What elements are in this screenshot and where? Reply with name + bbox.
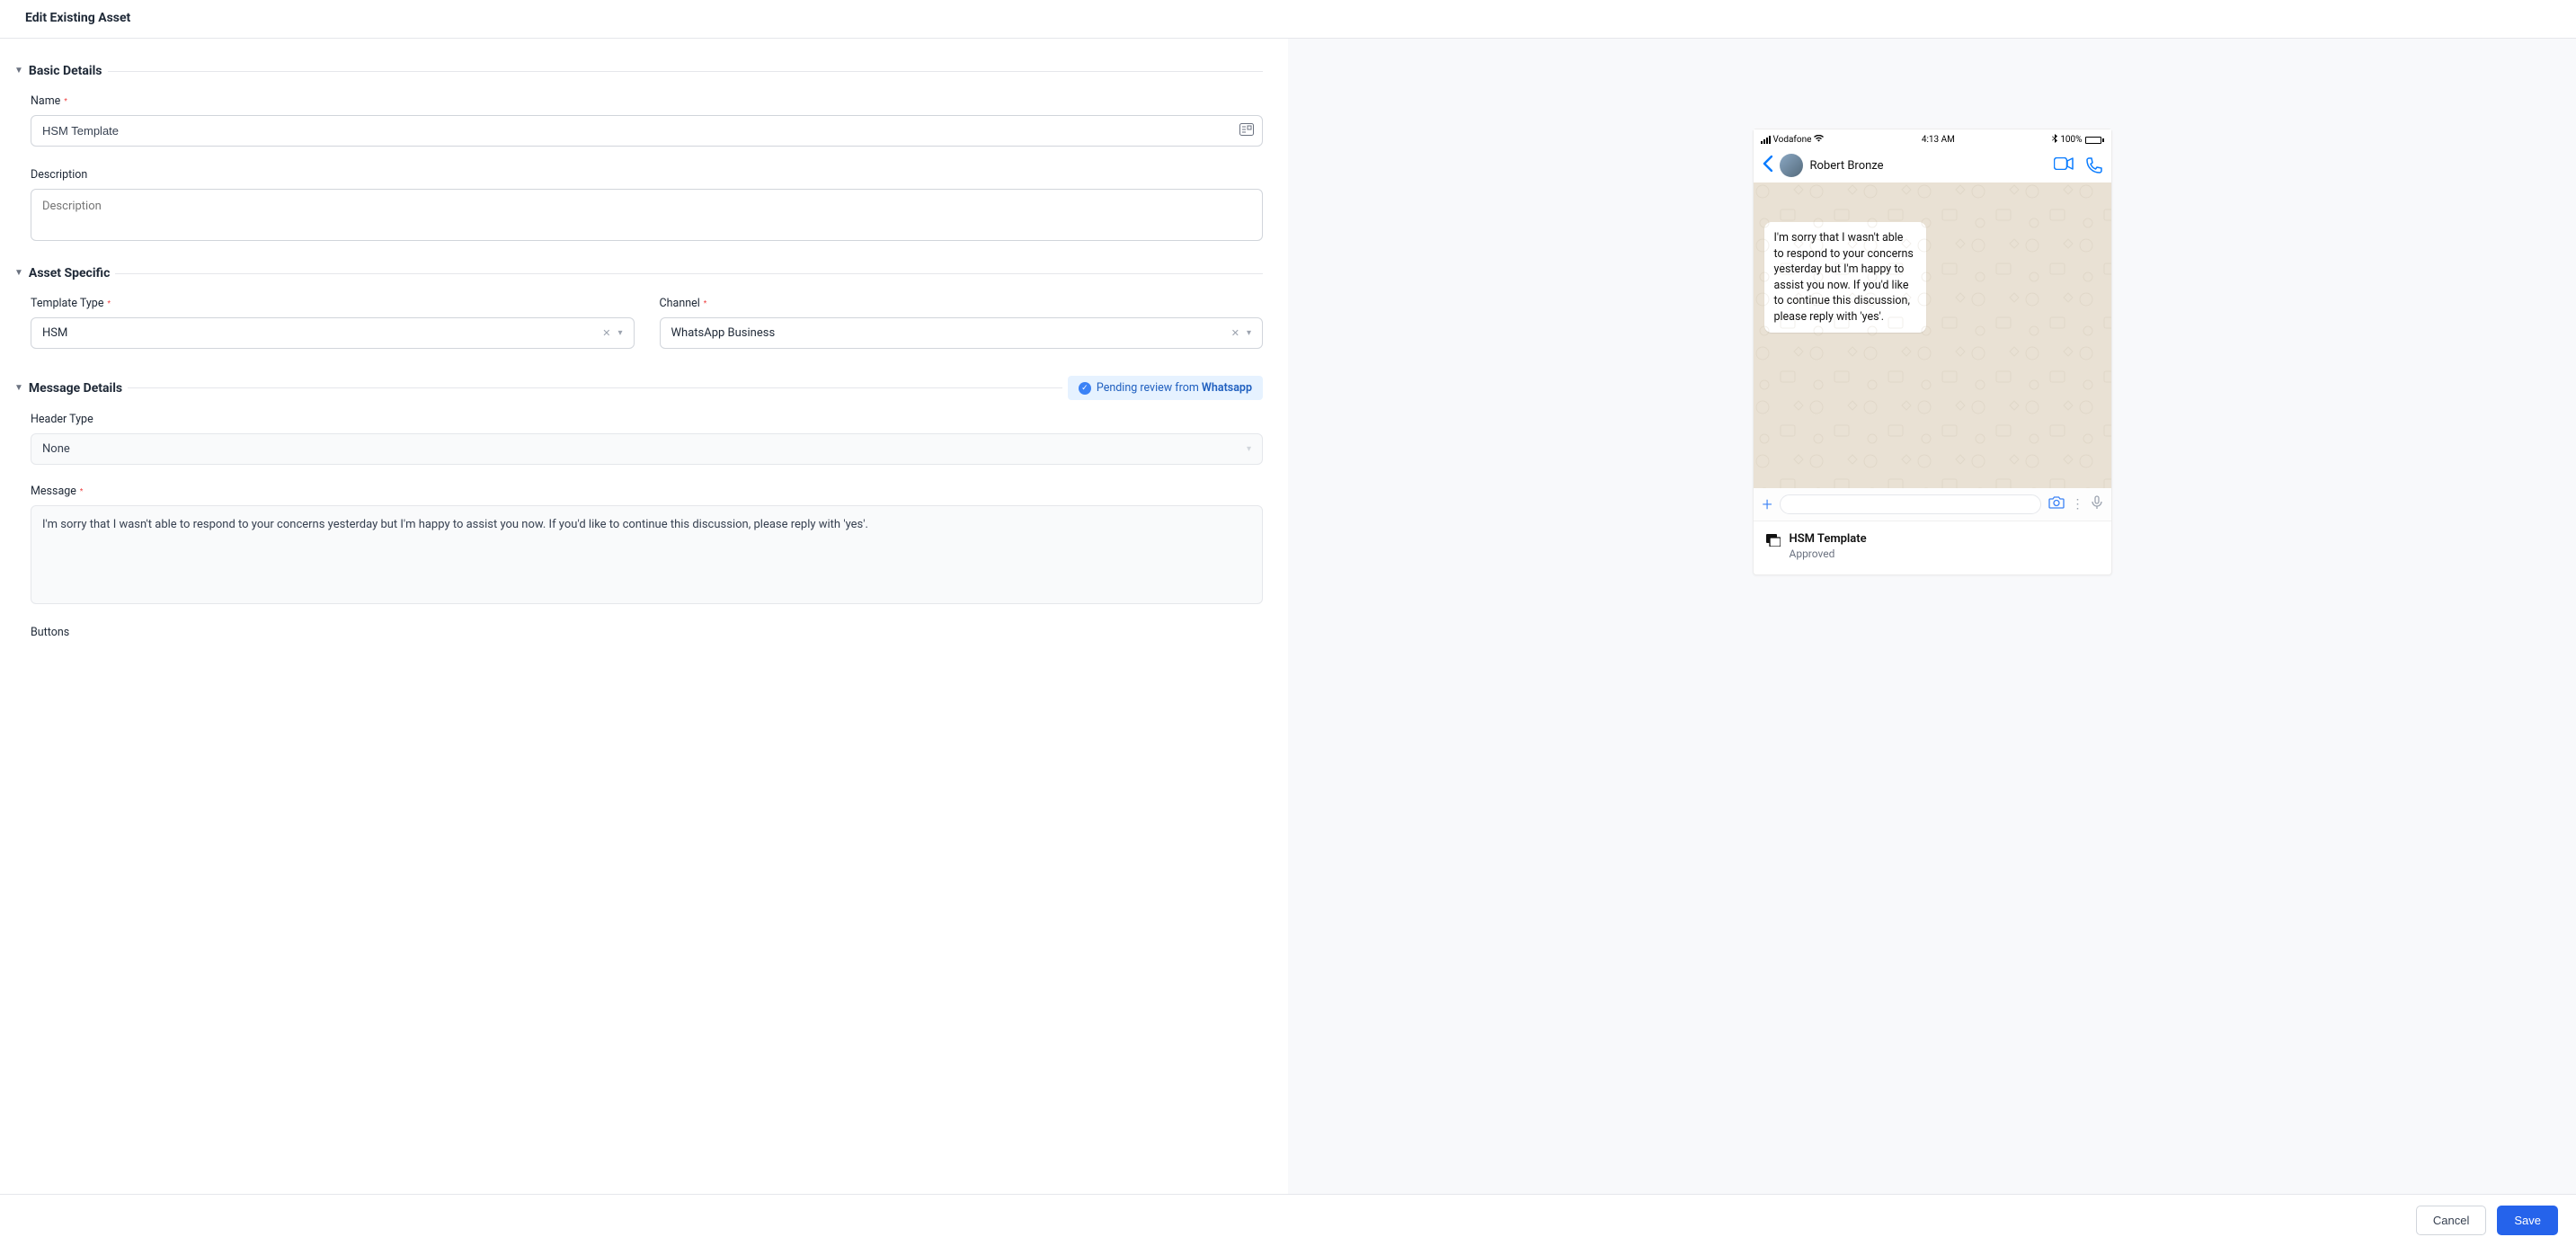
chat-header: Robert Bronze [1754, 150, 2111, 182]
template-type-select[interactable]: HSM ✕ ▾ [31, 317, 635, 349]
cancel-button[interactable]: Cancel [2416, 1206, 2486, 1235]
video-call-icon[interactable] [2054, 157, 2074, 174]
contact-name: Robert Bronze [1810, 159, 2047, 173]
back-icon[interactable] [1763, 156, 1772, 176]
phone-preview-card: Vodafone 4:13 AM 100% [1753, 129, 2112, 575]
name-input[interactable] [31, 115, 1263, 147]
description-label: Description [31, 168, 1263, 182]
channel-label: Channel* [660, 297, 1264, 310]
bluetooth-icon [2052, 134, 2057, 146]
section-asset-specific[interactable]: ▼ Asset Specific [14, 266, 1263, 280]
chevron-down-icon: ▼ [14, 268, 23, 278]
chat-input-row: + ⋮ [1754, 488, 2111, 521]
avatar [1780, 154, 1803, 177]
plus-icon[interactable]: + [1763, 494, 1772, 515]
footer-actions: Cancel Save [0, 1194, 2576, 1246]
microphone-icon[interactable] [2092, 495, 2102, 513]
buttons-label: Buttons [31, 626, 1263, 639]
section-title: Basic Details [29, 64, 102, 78]
message-label: Message* [31, 485, 1263, 498]
clear-icon[interactable]: ✕ [599, 327, 614, 339]
chevron-down-icon: ▾ [1247, 444, 1251, 454]
section-title: Message Details [29, 381, 122, 396]
field-mapping-icon[interactable] [1239, 123, 1254, 139]
signal-icon [1761, 136, 1771, 144]
preview-status: Approved [1790, 547, 1867, 560]
divider [115, 273, 1263, 274]
chevron-down-icon: ▼ [14, 383, 23, 393]
save-button[interactable]: Save [2497, 1206, 2558, 1235]
check-badge-icon: ✓ [1079, 382, 1091, 395]
chevron-down-icon: ▾ [1243, 328, 1251, 338]
more-icon[interactable]: ⋮ [2072, 497, 2084, 512]
battery-icon [2085, 137, 2104, 144]
review-status-pill: ✓ Pending review from Whatsapp [1068, 376, 1263, 400]
preview-title: HSM Template [1790, 532, 1867, 546]
form-pane: ▼ Basic Details Name* Description [0, 39, 1288, 1194]
divider [108, 71, 1264, 72]
template-icon [1766, 534, 1781, 550]
section-message-details[interactable]: ▼ Message Details ✓ Pending review from … [14, 376, 1263, 400]
camera-icon[interactable] [2048, 496, 2065, 512]
chat-text-input[interactable] [1780, 494, 2041, 514]
channel-select[interactable]: WhatsApp Business ✕ ▾ [660, 317, 1264, 349]
chevron-down-icon: ▼ [14, 66, 23, 76]
preview-pane: Vodafone 4:13 AM 100% [1288, 39, 2576, 1194]
name-label: Name* [31, 94, 1263, 108]
divider [128, 387, 1062, 388]
header-type-label: Header Type [31, 413, 1263, 426]
phone-call-icon[interactable] [2086, 157, 2102, 174]
section-basic-details[interactable]: ▼ Basic Details [14, 64, 1263, 78]
page-title: Edit Existing Asset [25, 11, 2551, 25]
chat-body: I'm sorry that I wasn't able to respond … [1754, 182, 2111, 488]
message-textarea[interactable]: I'm sorry that I wasn't able to respond … [31, 505, 1263, 604]
wifi-icon [1814, 135, 1824, 145]
description-textarea[interactable] [31, 189, 1263, 241]
message-bubble: I'm sorry that I wasn't able to respond … [1764, 222, 1926, 333]
phone-clock: 4:13 AM [1922, 135, 1955, 145]
section-title: Asset Specific [29, 266, 110, 280]
clear-icon[interactable]: ✕ [1228, 327, 1243, 339]
phone-status-bar: Vodafone 4:13 AM 100% [1754, 129, 2111, 150]
header-type-select[interactable]: None ▾ [31, 433, 1263, 465]
chevron-down-icon: ▾ [614, 328, 622, 338]
template-type-label: Template Type* [31, 297, 635, 310]
preview-meta: HSM Template Approved [1754, 521, 2111, 574]
page-header: Edit Existing Asset [0, 0, 2576, 39]
